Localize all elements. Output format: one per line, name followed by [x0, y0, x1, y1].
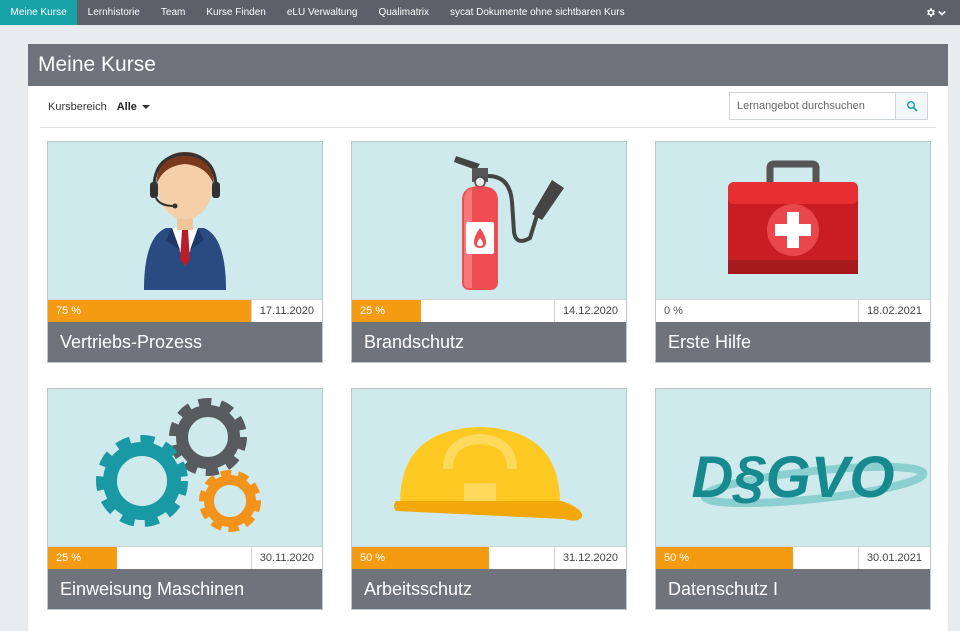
course-title: Einweisung Maschinen [48, 569, 322, 609]
course-date: 14.12.2020 [553, 300, 626, 322]
nav-item-lernhistorie[interactable]: Lernhistorie [77, 0, 150, 25]
course-title: Brandschutz [352, 322, 626, 362]
kursbereich-dropdown[interactable]: Alle [117, 101, 150, 113]
chevron-down-icon [938, 10, 946, 16]
caret-down-icon [141, 104, 150, 109]
course-title: Erste Hilfe [656, 322, 930, 362]
top-navigation: Meine Kurse Lernhistorie Team Kurse Find… [0, 0, 960, 25]
search-icon [906, 101, 917, 112]
course-date: 18.02.2021 [857, 300, 930, 322]
course-date: 31.12.2020 [553, 547, 626, 569]
fire-extinguisher-icon [454, 156, 564, 290]
filter-label: Kursbereich [48, 100, 107, 113]
progress-bar: 50 % 30.01.2021 [656, 546, 930, 569]
main-panel: Meine Kurse Kursbereich Alle Lernangebot… [28, 44, 948, 631]
panel-header: Meine Kurse [28, 44, 948, 86]
search-input[interactable] [729, 92, 895, 120]
progress-label: 0 % [664, 305, 683, 317]
progress-label: 25 % [56, 552, 82, 564]
course-title: Arbeitsschutz [352, 569, 626, 609]
nav-item-qualimatrix[interactable]: Qualimatrix [368, 0, 440, 25]
filter-toolbar: Kursbereich Alle [40, 86, 936, 128]
course-date: 17.11.2020 [250, 300, 322, 322]
course-date: 30.11.2020 [250, 547, 322, 569]
dropdown-value: Alle [116, 100, 137, 113]
course-card-erste-hilfe[interactable]: 0 % 18.02.2021 Erste Hilfe [655, 141, 931, 363]
nav-item-sycat-dokumente[interactable]: sycat Dokumente ohne sichtbaren Kurs [440, 0, 636, 25]
progress-bar: 50 % 31.12.2020 [352, 546, 626, 569]
course-card-brandschutz[interactable]: 25 % 14.12.2020 Brandschutz [351, 141, 627, 363]
course-date: 30.01.2021 [857, 547, 930, 569]
progress-bar: 75 % 17.11.2020 [48, 299, 322, 322]
course-card-einweisung-maschinen[interactable]: 25 % 30.11.2020 Einweisung Maschinen [47, 388, 323, 610]
search-box [729, 92, 928, 120]
dsgvo-text: D§GVO [691, 445, 894, 510]
progress-label: 50 % [664, 552, 690, 564]
nav-item-meine-kurse[interactable]: Meine Kurse [0, 0, 78, 25]
nav-item-kurse-finden[interactable]: Kurse Finden [196, 0, 276, 25]
page-title: Meine Kurse [38, 53, 156, 76]
nav-item-elu-verwaltung[interactable]: eLU Verwaltung [276, 0, 368, 25]
progress-label: 50 % [360, 552, 386, 564]
settings-menu-button[interactable] [925, 0, 946, 25]
gear-icon [927, 8, 935, 17]
progress-label: 75 % [56, 305, 82, 317]
course-card-arbeitsschutz[interactable]: 50 % 31.12.2020 Arbeitsschutz [351, 388, 627, 610]
progress-label: 25 % [360, 305, 386, 317]
support-agent-icon [144, 152, 226, 290]
gears-icon [96, 398, 261, 532]
dsgvo-logo: D§GVO [691, 445, 928, 510]
nav-item-team[interactable]: Team [150, 0, 195, 25]
hard-hat-icon [394, 427, 583, 521]
course-card-datenschutz[interactable]: D§GVO 50 % 30.01.2021 Datenschutz I [655, 388, 931, 610]
course-card-vertriebs-prozess[interactable]: 75 % 17.11.2020 Vertriebs-Prozess [47, 141, 323, 363]
progress-bar: 25 % 30.11.2020 [48, 546, 322, 569]
first-aid-kit-icon [728, 160, 858, 274]
course-title: Datenschutz I [656, 569, 930, 609]
search-button[interactable] [895, 92, 928, 120]
progress-bar: 0 % 18.02.2021 [656, 299, 930, 322]
course-title: Vertriebs-Prozess [48, 322, 322, 362]
progress-bar: 25 % 14.12.2020 [352, 299, 626, 322]
